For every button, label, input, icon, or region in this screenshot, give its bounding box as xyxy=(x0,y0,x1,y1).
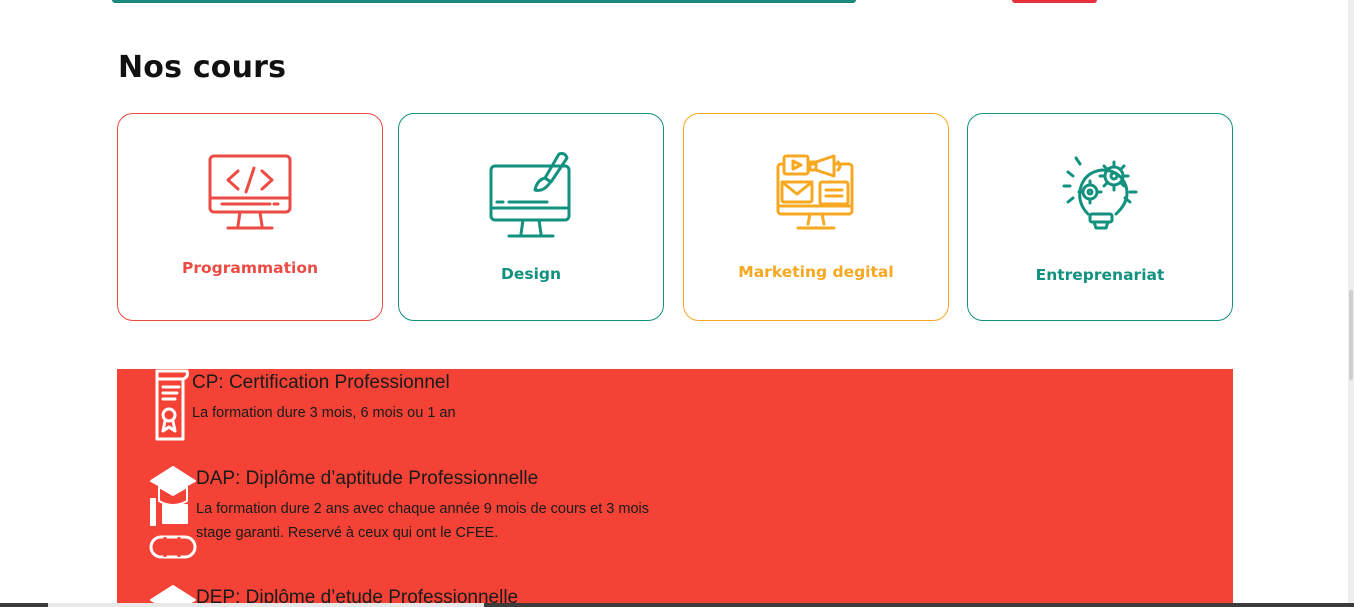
course-label: Marketing degital xyxy=(738,263,894,281)
vertical-scrollbar[interactable] xyxy=(1348,0,1354,607)
certificate-scroll-icon xyxy=(149,369,191,448)
course-label: Entreprenariat xyxy=(1035,266,1165,284)
course-card-entreprenariat[interactable]: Entreprenariat xyxy=(967,113,1233,321)
diploma-description: La formation dure 2 ans avec chaque anné… xyxy=(196,501,649,541)
code-monitor-icon xyxy=(208,154,292,237)
horizontal-scrollbar-thumb[interactable] xyxy=(48,603,484,607)
course-card-design[interactable]: Design xyxy=(398,113,664,321)
graduation-diploma-icon xyxy=(149,465,197,566)
course-label: Design xyxy=(500,265,562,283)
top-banner-edge xyxy=(112,0,856,3)
section-title: Nos cours xyxy=(118,50,287,85)
course-card-marketing[interactable]: Marketing degital xyxy=(683,113,949,321)
top-button-edge[interactable] xyxy=(1012,0,1097,3)
design-monitor-icon xyxy=(489,150,573,247)
marketing-icon xyxy=(776,152,856,237)
diploma-title: CP: Certification Professionnel xyxy=(192,372,450,393)
course-card-programmation[interactable]: Programmation xyxy=(117,113,383,321)
course-label: Programmation xyxy=(181,259,319,277)
diplomas-panel: CP: Certification Professionnel La forma… xyxy=(117,369,1233,607)
scrollbar-thumb[interactable] xyxy=(1349,290,1353,380)
diploma-title: DAP: Diplôme d’aptitude Professionnelle xyxy=(196,468,539,489)
lightbulb-gears-icon xyxy=(1060,152,1140,237)
diploma-description: La formation dure 3 mois, 6 mois ou 1 an xyxy=(192,405,456,421)
